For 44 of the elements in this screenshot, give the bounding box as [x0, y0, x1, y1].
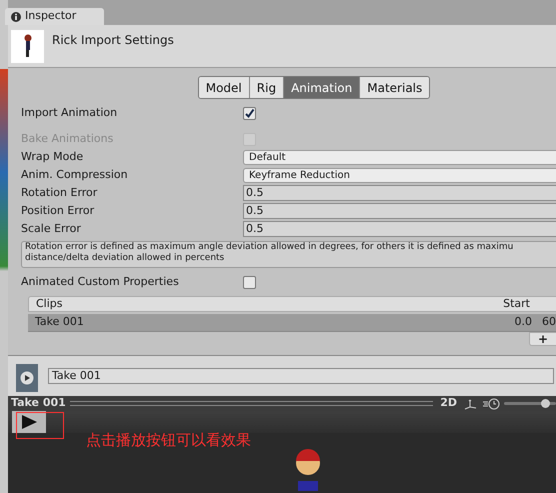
column-header: Clips	[36, 296, 64, 312]
play-button[interactable]	[12, 411, 46, 433]
field-label: Bake Animations	[21, 130, 114, 147]
header-title: Rick Import Settings	[52, 32, 174, 49]
field-label: Scale Error	[21, 220, 82, 237]
checkbox[interactable]	[243, 276, 256, 288]
clip-name: Take 001	[35, 314, 85, 330]
tab[interactable]: Rig	[248, 77, 284, 98]
clip-start: 0.0	[514, 314, 532, 330]
annotation-text: 点击播放按钮可以看效果	[86, 430, 251, 451]
speed-clock-icon[interactable]	[482, 398, 500, 410]
play-clip-button[interactable]	[16, 364, 38, 392]
field-label: Animated Custom Properties	[21, 274, 180, 290]
column-header: Start	[503, 296, 530, 312]
field-label: Anim. Compression	[21, 166, 129, 183]
character-thumbnail	[11, 30, 44, 63]
annotation-box	[16, 412, 64, 439]
play-icon	[20, 371, 34, 385]
tab[interactable]: Materials	[359, 77, 430, 98]
add-clip-button[interactable]: +	[529, 332, 556, 346]
info-icon	[11, 12, 21, 22]
field-label: Import Animation	[21, 104, 118, 121]
checkmark-icon	[244, 108, 255, 118]
preview-title: Take 001	[11, 395, 66, 412]
pivot-icon[interactable]	[464, 398, 478, 410]
inspector-tab[interactable]: Inspector	[5, 8, 104, 25]
dropdown[interactable]: Default	[243, 150, 556, 164]
dropdown[interactable]: Keyframe Reduction	[243, 168, 556, 182]
field-label: Position Error	[21, 202, 96, 219]
number-field[interactable]: 0.5	[243, 185, 556, 201]
clip-end: 60	[542, 314, 556, 330]
tab[interactable]: Animation	[283, 77, 360, 98]
checkbox[interactable]	[243, 106, 256, 120]
tab[interactable]: Model	[198, 77, 249, 98]
clip-name-field[interactable]: Take 001	[48, 368, 554, 384]
mode-2d-button[interactable]: 2D	[437, 395, 460, 412]
clip-row[interactable]: Take 001 0.0 60	[28, 314, 556, 332]
field-label: Wrap Mode	[21, 148, 84, 165]
number-field[interactable]: 0.5	[243, 203, 556, 219]
field-label: Rotation Error	[21, 184, 98, 201]
play-icon	[21, 415, 37, 429]
help-message: Rotation error is defined as maximum angle deviation allowed in degrees, for others it is defined as maximu distance/delta deviation allowed in percents	[21, 241, 556, 268]
speed-slider[interactable]	[504, 398, 556, 408]
number-field[interactable]: 0.5	[243, 221, 556, 237]
